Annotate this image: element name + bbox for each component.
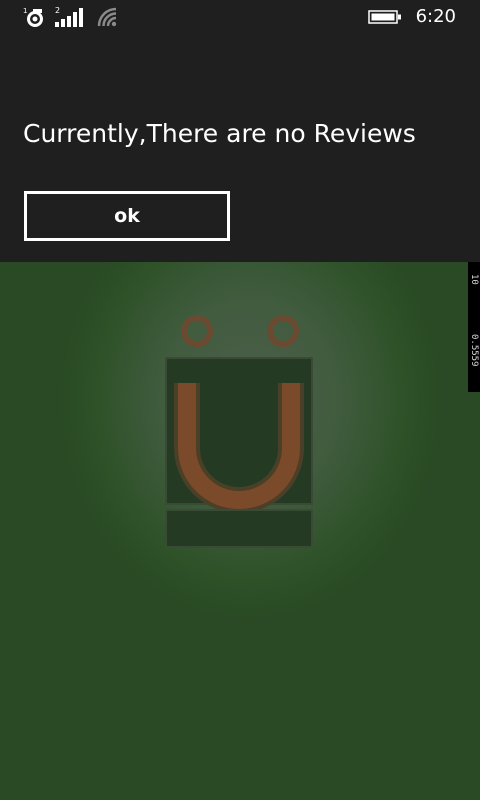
wifi-icon — [97, 7, 117, 27]
app-logo-icon — [165, 315, 313, 548]
side-readout-top: 10 — [469, 273, 479, 285]
clock: 6:20 — [415, 6, 456, 27]
data-connection-icon: 1 — [23, 7, 43, 27]
svg-text:1: 1 — [23, 7, 27, 15]
battery-icon — [368, 10, 401, 24]
phone-screen: 10 0.5559 1 2 6:20 Currently,There are n… — [0, 0, 480, 800]
side-readout-bottom: 0.5559 — [469, 333, 479, 367]
ok-button[interactable]: ok — [24, 191, 230, 241]
dialog-message: Currently,There are no Reviews — [23, 119, 416, 148]
status-bar: 1 2 6:20 — [0, 0, 480, 34]
signal-strength-icon: 2 — [55, 6, 83, 27]
message-dialog: 1 2 6:20 Currently,There are no Reviews … — [0, 0, 480, 262]
side-readout: 10 0.5559 — [468, 262, 480, 392]
svg-text:2: 2 — [55, 6, 60, 15]
